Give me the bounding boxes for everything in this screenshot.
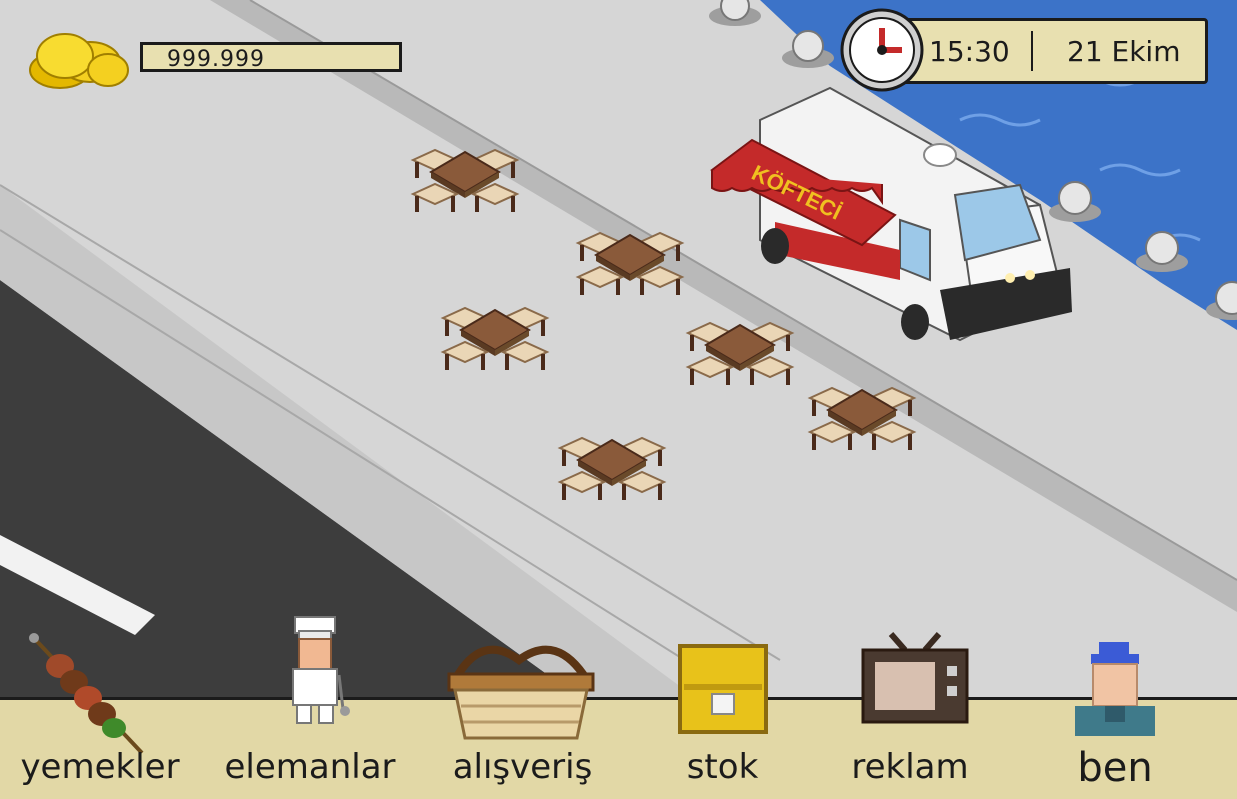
menu-ben-button[interactable]: ben (1055, 640, 1175, 799)
clock-icon (840, 8, 924, 92)
date-text: 21 Ekim (1067, 35, 1181, 68)
menu-elemanlar-button[interactable]: elemanlar (215, 615, 405, 799)
menu-label: stok (686, 747, 759, 787)
coin-value: 999.999 (167, 47, 265, 72)
kebab-skewer-icon (29, 633, 144, 755)
time-date-panel: 15:30 21 Ekim (898, 18, 1208, 84)
clock-hud: 15:30 21 Ekim (838, 6, 1210, 94)
chest-icon (678, 644, 768, 734)
coin-counter: 999.999 (140, 42, 402, 72)
menu-alisveris-button[interactable]: alışveriş (435, 630, 610, 799)
avatar-icon (1075, 642, 1155, 736)
divider (1031, 31, 1033, 71)
coins-icon (29, 33, 129, 89)
basket-icon (447, 645, 595, 740)
menu-yemekler-button[interactable]: yemekler (10, 620, 190, 799)
menu-label: alışveriş (452, 747, 593, 787)
menu-stok-button[interactable]: stok (660, 640, 785, 799)
time-text: 15:30 (929, 35, 1010, 68)
menu-label: elemanlar (224, 747, 396, 787)
coin-hud: 999.999 (20, 26, 402, 89)
menu-label: yemekler (20, 747, 180, 787)
tv-icon (861, 632, 969, 724)
menu-label: reklam (851, 747, 969, 787)
menu-reklam-button[interactable]: reklam (845, 630, 975, 799)
menu-label: ben (1077, 745, 1153, 791)
chef-icon (292, 616, 350, 724)
